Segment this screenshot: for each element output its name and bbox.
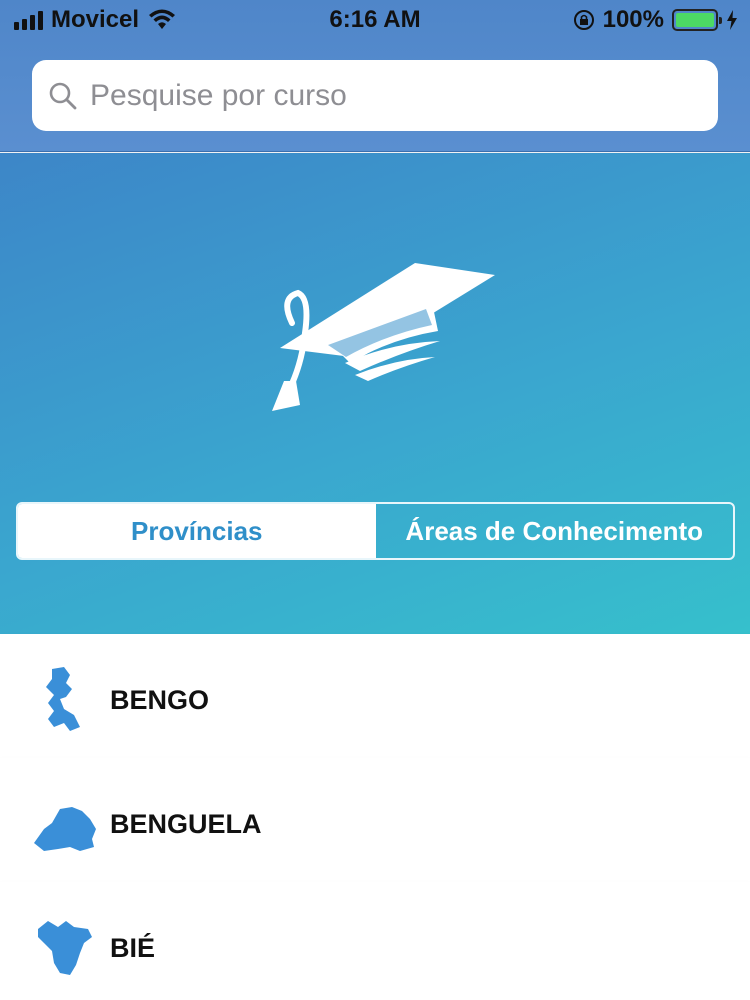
list-item-bie[interactable]: BIÉ — [0, 882, 750, 1000]
province-name: BIÉ — [110, 932, 156, 963]
charging-icon — [727, 10, 737, 30]
list-item-bengo[interactable]: BENGO — [0, 634, 750, 766]
search-icon — [49, 82, 77, 109]
battery-percentage: 100% — [602, 6, 664, 33]
bie-map-icon — [38, 921, 92, 975]
status-bar: Movicel 6:16 AM 100% — [0, 0, 750, 40]
battery-icon — [672, 9, 722, 31]
province-name: BENGO — [110, 684, 210, 715]
benguela-map-icon — [34, 807, 96, 851]
orientation-lock-icon — [573, 10, 594, 30]
list-item-benguela[interactable]: BENGUELA — [0, 758, 750, 890]
hero-banner: Províncias Áreas de Conhecimento — [0, 153, 750, 634]
search-input[interactable]: Pesquise por curso — [32, 60, 718, 131]
segmented-control: Províncias Áreas de Conhecimento — [16, 502, 735, 560]
search-placeholder: Pesquise por curso — [90, 78, 347, 112]
graduation-cap-icon — [272, 263, 495, 411]
segment-areas-de-conhecimento[interactable]: Áreas de Conhecimento — [376, 504, 734, 558]
bengo-map-icon — [46, 667, 80, 731]
segment-provincias[interactable]: Províncias — [18, 504, 376, 558]
header: Movicel 6:16 AM 100% Pesquise por curso — [0, 0, 750, 152]
province-name: BENGUELA — [110, 808, 262, 839]
